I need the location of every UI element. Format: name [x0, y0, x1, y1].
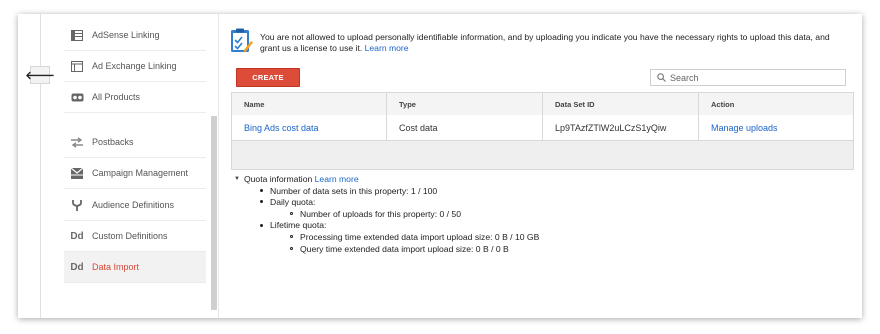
clipboard-check-icon — [230, 28, 254, 54]
quota-query: Query time extended data import upload s… — [300, 243, 509, 254]
sidebar-item-all-products[interactable]: All Products — [64, 82, 206, 113]
layout-icon — [69, 59, 85, 73]
quota-datasets: Number of data sets in this property: 1 … — [270, 185, 438, 196]
fork-icon — [69, 198, 85, 212]
sidebar-item-label: Postbacks — [92, 137, 134, 147]
sidebar-item-label: Campaign Management — [92, 168, 189, 178]
sidebar-item-label: Custom Definitions — [92, 231, 168, 241]
list-item: Number of data sets in this property: 1 … — [234, 186, 539, 198]
quota-information: ▼ Quota information Learn more Number of… — [234, 174, 539, 255]
back-button[interactable]: 🡐 — [25, 66, 55, 84]
search-input[interactable] — [668, 72, 842, 83]
quota-learn-more-link[interactable]: Learn more — [315, 174, 359, 186]
table-header-row: Name Type Data Set ID Action — [232, 93, 853, 116]
table-cell-action: Manage uploads — [699, 115, 853, 140]
sidebar-item-postbacks[interactable]: Postbacks — [64, 127, 206, 158]
table-cell-data-set-id: Lp9TAzfZTlW2uLCzS1yQiw — [543, 115, 699, 140]
dd-icon: Dd — [70, 230, 84, 242]
list-item: Daily quota: — [234, 197, 539, 209]
column-header-type[interactable]: Type — [387, 93, 543, 115]
link-icon — [69, 90, 85, 104]
list-item: Query time extended data import upload s… — [234, 244, 539, 256]
column-header-action: Action — [711, 99, 735, 109]
pii-notice: You are not allowed to upload personally… — [260, 32, 850, 53]
pii-notice-text: You are not allowed to upload personally… — [260, 32, 830, 53]
sidebar-item-label: Ad Exchange Linking — [92, 61, 177, 71]
column-header-name[interactable]: Name — [232, 93, 387, 115]
manage-uploads-link[interactable]: Manage uploads — [711, 123, 778, 133]
caret-down-icon: ▼ — [234, 176, 240, 182]
sidebar-scrollbar[interactable] — [211, 116, 217, 310]
quota-lifetime-label: Lifetime quota: — [270, 220, 327, 231]
sidebar-item-data-import[interactable]: Dd Data Import — [64, 252, 206, 283]
sidebar: 🡐 AdSense Linking Ad Exchange Linking Al… — [18, 14, 219, 318]
nav-divider — [40, 14, 41, 318]
list-item: Processing time extended data import upl… — [234, 232, 539, 244]
sidebar-item-custom-definitions[interactable]: Dd Custom Definitions — [64, 221, 206, 252]
back-arrow-icon: 🡐 — [25, 70, 55, 82]
search-box — [650, 69, 846, 86]
sidebar-item-label: Data Import — [92, 262, 140, 272]
table-cell-type: Cost data — [387, 115, 543, 140]
sidebar-item-audience-definitions[interactable]: Audience Definitions — [64, 190, 206, 221]
create-button[interactable]: CREATE — [236, 68, 300, 87]
sidebar-item-campaign-management[interactable]: Campaign Management — [64, 158, 206, 189]
data-sets-table: Name Type Data Set ID Action Bing Ads co… — [231, 92, 854, 170]
sidebar-item-adsense-linking[interactable]: AdSense Linking — [64, 20, 206, 51]
column-header-data-set-id[interactable]: Data Set ID — [543, 93, 699, 115]
list-item: Lifetime quota: — [234, 220, 539, 232]
quota-header[interactable]: ▼ Quota information Learn more — [234, 174, 539, 186]
sidebar-item-label: AdSense Linking — [92, 30, 160, 40]
sidebar-item-label: Audience Definitions — [92, 200, 175, 210]
table-row: Bing Ads cost data Cost data Lp9TAzfZTlW… — [232, 115, 853, 141]
page-frame: 🡐 AdSense Linking Ad Exchange Linking Al… — [18, 14, 862, 318]
quota-daily-label: Daily quota: — [270, 197, 316, 208]
search-icon — [654, 73, 668, 82]
table-cell-name: Bing Ads cost data — [232, 115, 387, 140]
sidebar-item-label: All Products — [92, 92, 141, 102]
sidebar-item-ad-exchange-linking[interactable]: Ad Exchange Linking — [64, 51, 206, 82]
list-item: Number of uploads for this property: 0 /… — [234, 209, 539, 221]
quota-processing: Processing time extended data import upl… — [300, 231, 540, 242]
quota-title: Quota information — [243, 174, 313, 184]
arrows-icon — [69, 135, 85, 149]
quota-daily-uploads: Number of uploads for this property: 0 /… — [300, 208, 461, 219]
table-icon — [69, 28, 85, 42]
envelope-icon — [69, 166, 85, 180]
dd-icon: Dd — [70, 261, 84, 273]
notice-learn-more-link[interactable]: Learn more — [365, 43, 409, 53]
data-set-name-link[interactable]: Bing Ads cost data — [244, 123, 319, 133]
